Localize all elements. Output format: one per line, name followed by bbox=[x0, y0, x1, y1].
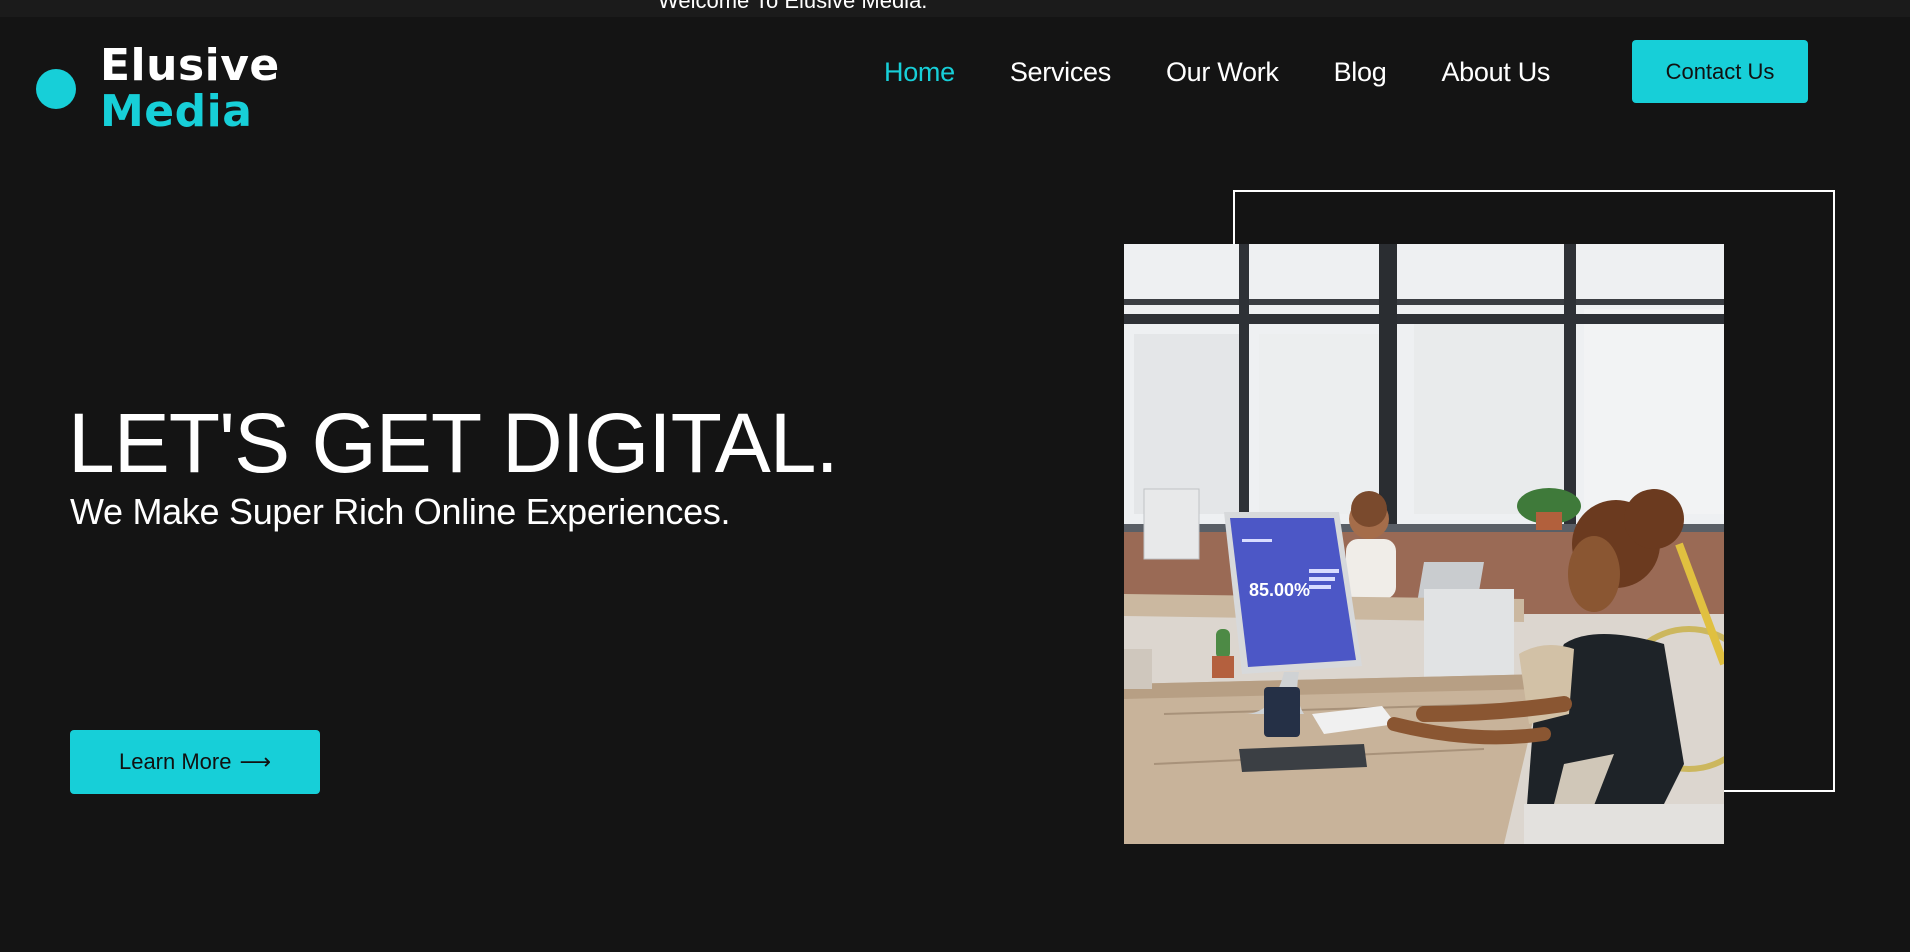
contact-us-button[interactable]: Contact Us bbox=[1632, 40, 1808, 103]
nav-item-home[interactable]: Home bbox=[884, 57, 955, 88]
nav-item-blog[interactable]: Blog bbox=[1334, 57, 1387, 88]
learn-more-label: Learn More bbox=[118, 749, 232, 774]
main-nav: Home Services Our Work Blog About Us bbox=[884, 52, 1605, 92]
learn-more-button[interactable]: Learn More ⟶ bbox=[70, 730, 320, 794]
hero-title: LET'S GET DIGITAL. bbox=[68, 396, 839, 490]
contact-us-label: Contact Us bbox=[1665, 58, 1775, 84]
site-logo[interactable]: Elusive Media bbox=[36, 40, 296, 140]
logo-text-media: Media bbox=[100, 86, 253, 137]
page: Welcome To Elusive Media. Elusive Media … bbox=[0, 0, 1910, 952]
nav-item-services[interactable]: Services bbox=[1010, 57, 1111, 88]
logo-text-elusive: Elusive bbox=[100, 40, 280, 91]
logo-dot-icon bbox=[36, 69, 76, 109]
monitor-screen-value: 85.00% bbox=[1249, 580, 1310, 600]
office-illustration: 85.00% bbox=[1124, 244, 1724, 844]
hero-subtitle: We Make Super Rich Online Experiences. bbox=[70, 491, 731, 532]
announcement-bar: Welcome To Elusive Media. bbox=[0, 0, 1910, 17]
nav-item-our-work[interactable]: Our Work bbox=[1166, 57, 1279, 88]
nav-item-about-us[interactable]: About Us bbox=[1441, 57, 1550, 88]
announcement-text: Welcome To Elusive Media. bbox=[658, 0, 928, 13]
hero-photo: 85.00% bbox=[1124, 244, 1724, 844]
arrow-right-icon: ⟶ bbox=[239, 749, 272, 774]
